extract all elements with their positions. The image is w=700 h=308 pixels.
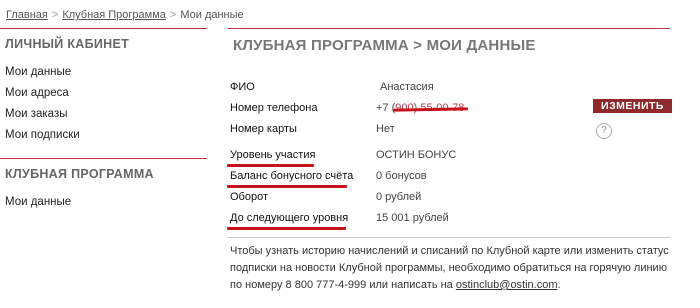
page-title: КЛУБНАЯ ПРОГРАММА > МОИ ДАННЫЕ	[233, 37, 536, 54]
sidebar-item-my-addresses[interactable]: Мои адреса	[0, 83, 207, 104]
breadcrumb-separator: >	[51, 9, 59, 21]
phone-prefix: +7 (	[376, 102, 396, 114]
field-row-fio: ФИО Анастасия	[230, 79, 700, 97]
sidebar-item-my-orders[interactable]: Мои заказы	[0, 104, 207, 125]
fio-value: Анастасия	[380, 81, 434, 93]
field-row-balance: Баланс бонусного счёта 0 бонусов	[227, 168, 700, 188]
sidebar-cabinet-section: ЛИЧНЫЙ КАБИНЕТ Мои данные Мои адреса Мои…	[0, 28, 207, 146]
sidebar-item-my-data[interactable]: Мои данные	[0, 62, 207, 83]
main-divider	[228, 28, 670, 29]
sidebar-club-title: КЛУБНАЯ ПРОГРАММА	[5, 167, 154, 181]
breadcrumb-club-link[interactable]: Клубная Программа	[62, 9, 166, 21]
phone-label: Номер телефона	[230, 102, 318, 114]
breadcrumb-home-link[interactable]: Главная	[6, 9, 48, 21]
phone-redaction: 900) 55-00-78	[393, 102, 469, 114]
level-label: Уровень участия	[230, 149, 316, 161]
sidebar-item-my-subscriptions[interactable]: Мои подписки	[0, 125, 207, 146]
change-phone-button[interactable]: ИЗМЕНИТЬ	[593, 99, 672, 113]
card-label: Номер карты	[230, 123, 297, 135]
balance-underline	[227, 185, 347, 188]
level-underline	[227, 164, 314, 167]
balance-value: 0 бонусов	[376, 170, 427, 182]
field-row-turnover: Оборот 0 рублей	[230, 189, 700, 207]
sidebar: ЛИЧНЫЙ КАБИНЕТ Мои данные Мои адреса Мои…	[0, 28, 207, 213]
sidebar-item-club-my-data[interactable]: Мои данные	[0, 192, 207, 213]
next-level-label: До следующего уровня	[230, 212, 349, 224]
email-link[interactable]: ostinclub@ostin.com	[456, 279, 558, 291]
field-row-level: Уровень участия ОСТИН БОНУС	[227, 147, 700, 167]
card-value: Нет	[376, 123, 395, 135]
info-period: .	[557, 279, 561, 291]
next-level-value: 15 001 рублей	[376, 212, 449, 224]
next-level-underline	[227, 227, 346, 230]
breadcrumb: Главная > Клубная Программа > Мои данные	[6, 9, 244, 21]
info-paragraph: Чтобы узнать историю начислений и списан…	[230, 245, 669, 291]
level-value: ОСТИН БОНУС	[376, 149, 457, 161]
balance-label: Баланс бонусного счёта	[230, 170, 354, 182]
phone-value: +7 (900) 55-00-78	[376, 102, 469, 114]
field-row-next-level: До следующего уровня 15 001 рублей	[227, 210, 700, 230]
help-icon[interactable]: ?	[596, 123, 612, 139]
info-divider	[228, 237, 670, 238]
sidebar-club-section: КЛУБНАЯ ПРОГРАММА Мои данные	[0, 158, 207, 213]
fio-label: ФИО	[230, 81, 255, 93]
info-text: Чтобы узнать историю начислений и списан…	[230, 243, 675, 294]
breadcrumb-separator: >	[169, 9, 177, 21]
breadcrumb-current: Мои данные	[180, 9, 244, 21]
field-row-card: Номер карты Нет	[230, 121, 700, 139]
sidebar-cabinet-title: ЛИЧНЫЙ КАБИНЕТ	[5, 37, 130, 51]
turnover-value: 0 рублей	[376, 191, 422, 203]
turnover-label: Оборот	[230, 191, 269, 203]
